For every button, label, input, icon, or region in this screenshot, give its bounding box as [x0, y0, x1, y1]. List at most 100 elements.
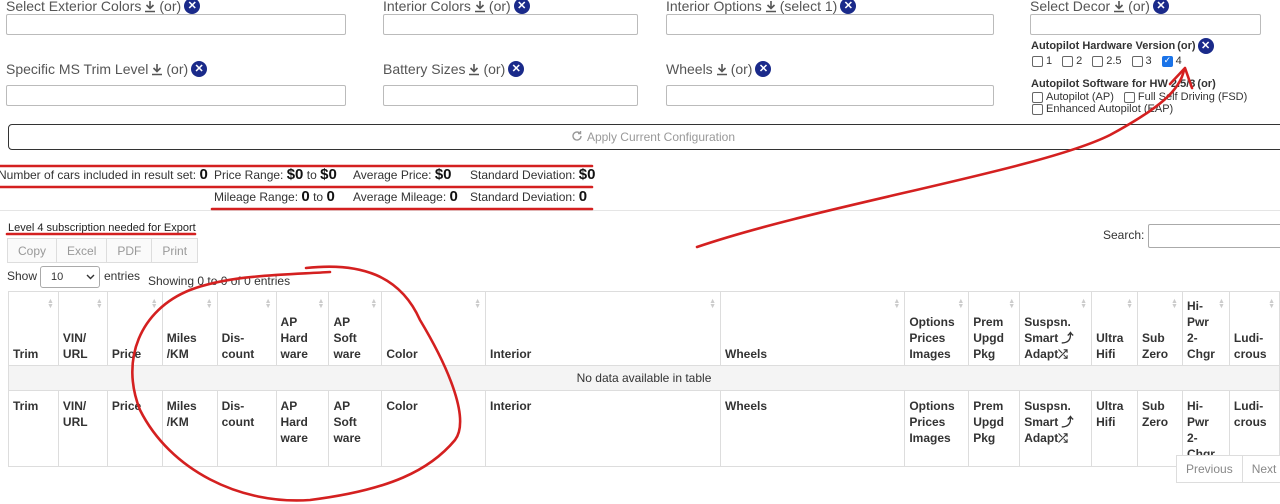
column-header-cell[interactable]: Dis-count ▲ ▼ — [216, 291, 277, 366]
clear-circle-icon[interactable]: ✕ — [184, 0, 201, 14]
sw-checkbox-eap[interactable] — [1032, 103, 1043, 115]
hw-option-1[interactable]: 1 — [1032, 55, 1052, 67]
hw-checkbox-2[interactable] — [1062, 55, 1074, 67]
download-icon[interactable] — [151, 63, 163, 76]
clear-circle-icon[interactable]: ✕ — [1197, 38, 1214, 54]
sw-option-eap[interactable]: Enhanced Autopilot (EAP) — [1032, 103, 1173, 115]
sw-checkbox-fsd[interactable] — [1123, 91, 1135, 103]
column-header-label: AP — [333, 315, 351, 329]
column-footer-label: Adapt⤮ — [1024, 431, 1068, 445]
column-footer-label: Dis- — [221, 399, 245, 413]
sort-icon: ▲ ▼ — [957, 298, 965, 310]
column-header-label: Price — [111, 347, 142, 361]
filter-wheels-label: Wheels (or) ✕ — [666, 61, 772, 77]
column-footer-label: Trim — [13, 399, 39, 413]
column-header-cell[interactable]: Trim ▲ ▼ — [8, 291, 59, 366]
column-footer-label: Pkg — [973, 431, 996, 445]
clear-circle-icon[interactable]: ✕ — [508, 61, 525, 77]
entries-select[interactable]: 10 — [40, 266, 100, 288]
column-header-cell[interactable]: Wheels ▲ ▼ — [720, 291, 906, 366]
previous-button[interactable]: Previous — [1176, 455, 1243, 483]
clear-circle-icon[interactable]: ✕ — [513, 0, 530, 14]
export-note: Level 4 subscription needed for Export — [8, 222, 196, 234]
column-header-label: crous — [1233, 347, 1267, 361]
sort-icon: ▲ ▼ — [150, 298, 158, 310]
column-header-cell[interactable]: Prem Upgd Pkg ▲ ▼ — [968, 291, 1021, 366]
column-header-label: Prices — [909, 331, 946, 345]
table-row: No data available in table — [8, 365, 1280, 391]
sw-option-fsd[interactable]: Full Self Driving (FSD) — [1123, 91, 1247, 103]
column-header-cell[interactable]: Color ▲ ▼ — [381, 291, 486, 366]
wheels-input[interactable] — [666, 85, 994, 106]
autopilot-sw-title: Autopilot Software for HW 2.5/3 (or) — [1031, 78, 1216, 90]
column-header-cell[interactable]: Interior ▲ ▼ — [484, 291, 722, 366]
empty-message: No data available in table — [8, 365, 1280, 391]
interior-options-input[interactable] — [666, 14, 994, 35]
column-header-cell[interactable]: AP Hard ware ▲ ▼ — [275, 291, 330, 366]
column-footer-label: Images — [909, 431, 951, 445]
excel-button[interactable]: Excel — [57, 238, 108, 263]
column-footer-label: Soft — [333, 415, 357, 429]
download-icon[interactable] — [1113, 0, 1125, 13]
column-header-cell[interactable]: VIN/URL ▲ ▼ — [57, 291, 108, 366]
download-icon[interactable] — [144, 0, 156, 13]
trim-level-input[interactable] — [6, 85, 346, 106]
download-icon[interactable] — [468, 63, 480, 76]
column-footer-label: Zero — [1142, 415, 1169, 429]
hw-checkbox-1[interactable] — [1032, 55, 1043, 67]
interior-colors-input[interactable] — [383, 14, 638, 35]
apply-configuration-button[interactable]: Apply Current Configuration — [8, 124, 1280, 150]
copy-button[interactable]: Copy — [7, 238, 58, 263]
sw-checkbox-ap[interactable] — [1032, 91, 1043, 103]
column-footer-cell: Options Prices Images — [904, 390, 970, 467]
next-button[interactable]: Next — [1242, 455, 1280, 483]
column-header-cell[interactable]: AP Soft ware ▲ ▼ — [328, 291, 383, 366]
clear-circle-icon[interactable]: ✕ — [1152, 0, 1169, 14]
sort-icon: ▲ ▼ — [893, 298, 901, 310]
hw-checkbox-4[interactable] — [1161, 55, 1173, 67]
decor-input[interactable] — [1030, 14, 1261, 35]
column-footer-cell: Dis-count — [216, 390, 277, 467]
battery-sizes-input[interactable] — [383, 85, 638, 106]
hw-checkbox-3[interactable] — [1131, 55, 1143, 67]
column-footer-label: ware — [333, 431, 361, 445]
hw-option-2[interactable]: 2 — [1062, 55, 1082, 67]
download-icon[interactable] — [765, 0, 777, 13]
column-footer-label: Wheels — [725, 399, 768, 413]
column-header-cell[interactable]: Suspsn. Smart ⤴ Adapt⤮ ▲ ▼ — [1019, 291, 1093, 366]
column-header-cell[interactable]: Hi- Pwr 2- Chgr ▲ ▼ — [1181, 291, 1230, 366]
column-footer-cell: Suspsn. Smart ⤴ Adapt⤮ — [1019, 390, 1093, 467]
clear-circle-icon[interactable]: ✕ — [755, 61, 772, 77]
download-icon[interactable] — [474, 0, 486, 13]
download-icon[interactable] — [716, 63, 728, 76]
hw-option-3[interactable]: 3 — [1131, 55, 1152, 67]
exterior-colors-input[interactable] — [6, 14, 346, 35]
column-footer-label: Hifi — [1096, 415, 1116, 429]
hw-checkbox-2-5[interactable] — [1092, 55, 1104, 67]
column-footer-label: Miles — [166, 399, 197, 413]
column-header-label: VIN/ — [62, 331, 87, 345]
filter-decor-label: Select Decor (or) ✕ — [1030, 0, 1169, 14]
column-header-label: Smart ⤴ — [1024, 331, 1074, 345]
column-header-cell[interactable]: Ultra Hifi ▲ ▼ — [1091, 291, 1139, 366]
column-header-cell[interactable]: Ludi-crous ▲ ▼ — [1228, 291, 1280, 366]
print-button[interactable]: Print — [152, 238, 199, 263]
column-header-cell[interactable]: Miles/KM ▲ ▼ — [161, 291, 218, 366]
filter-options-label: Interior Options (select 1) ✕ — [666, 0, 857, 14]
column-footer-label: Sub — [1142, 399, 1165, 413]
hw-option-4[interactable]: 4 — [1161, 55, 1182, 67]
sw-option-ap[interactable]: Autopilot (AP) — [1032, 91, 1114, 103]
column-footer-label: ware — [280, 431, 308, 445]
column-header-label: Chgr — [1186, 347, 1215, 361]
hw-option-2-5[interactable]: 2.5 — [1092, 55, 1122, 67]
search-input[interactable] — [1148, 224, 1280, 248]
clear-circle-icon[interactable]: ✕ — [191, 61, 208, 77]
column-footer-label: Ludi- — [1233, 399, 1264, 413]
column-header-cell[interactable]: Sub Zero ▲ ▼ — [1137, 291, 1183, 366]
sort-icon: ▲ ▼ — [46, 298, 54, 310]
clear-circle-icon[interactable]: ✕ — [840, 0, 857, 14]
column-header-cell[interactable]: Price ▲ ▼ — [106, 291, 163, 366]
pdf-button[interactable]: PDF — [107, 238, 153, 263]
column-header-cell[interactable]: Options Prices Images ▲ ▼ — [904, 291, 970, 366]
column-footer-label: Upgd — [973, 415, 1004, 429]
